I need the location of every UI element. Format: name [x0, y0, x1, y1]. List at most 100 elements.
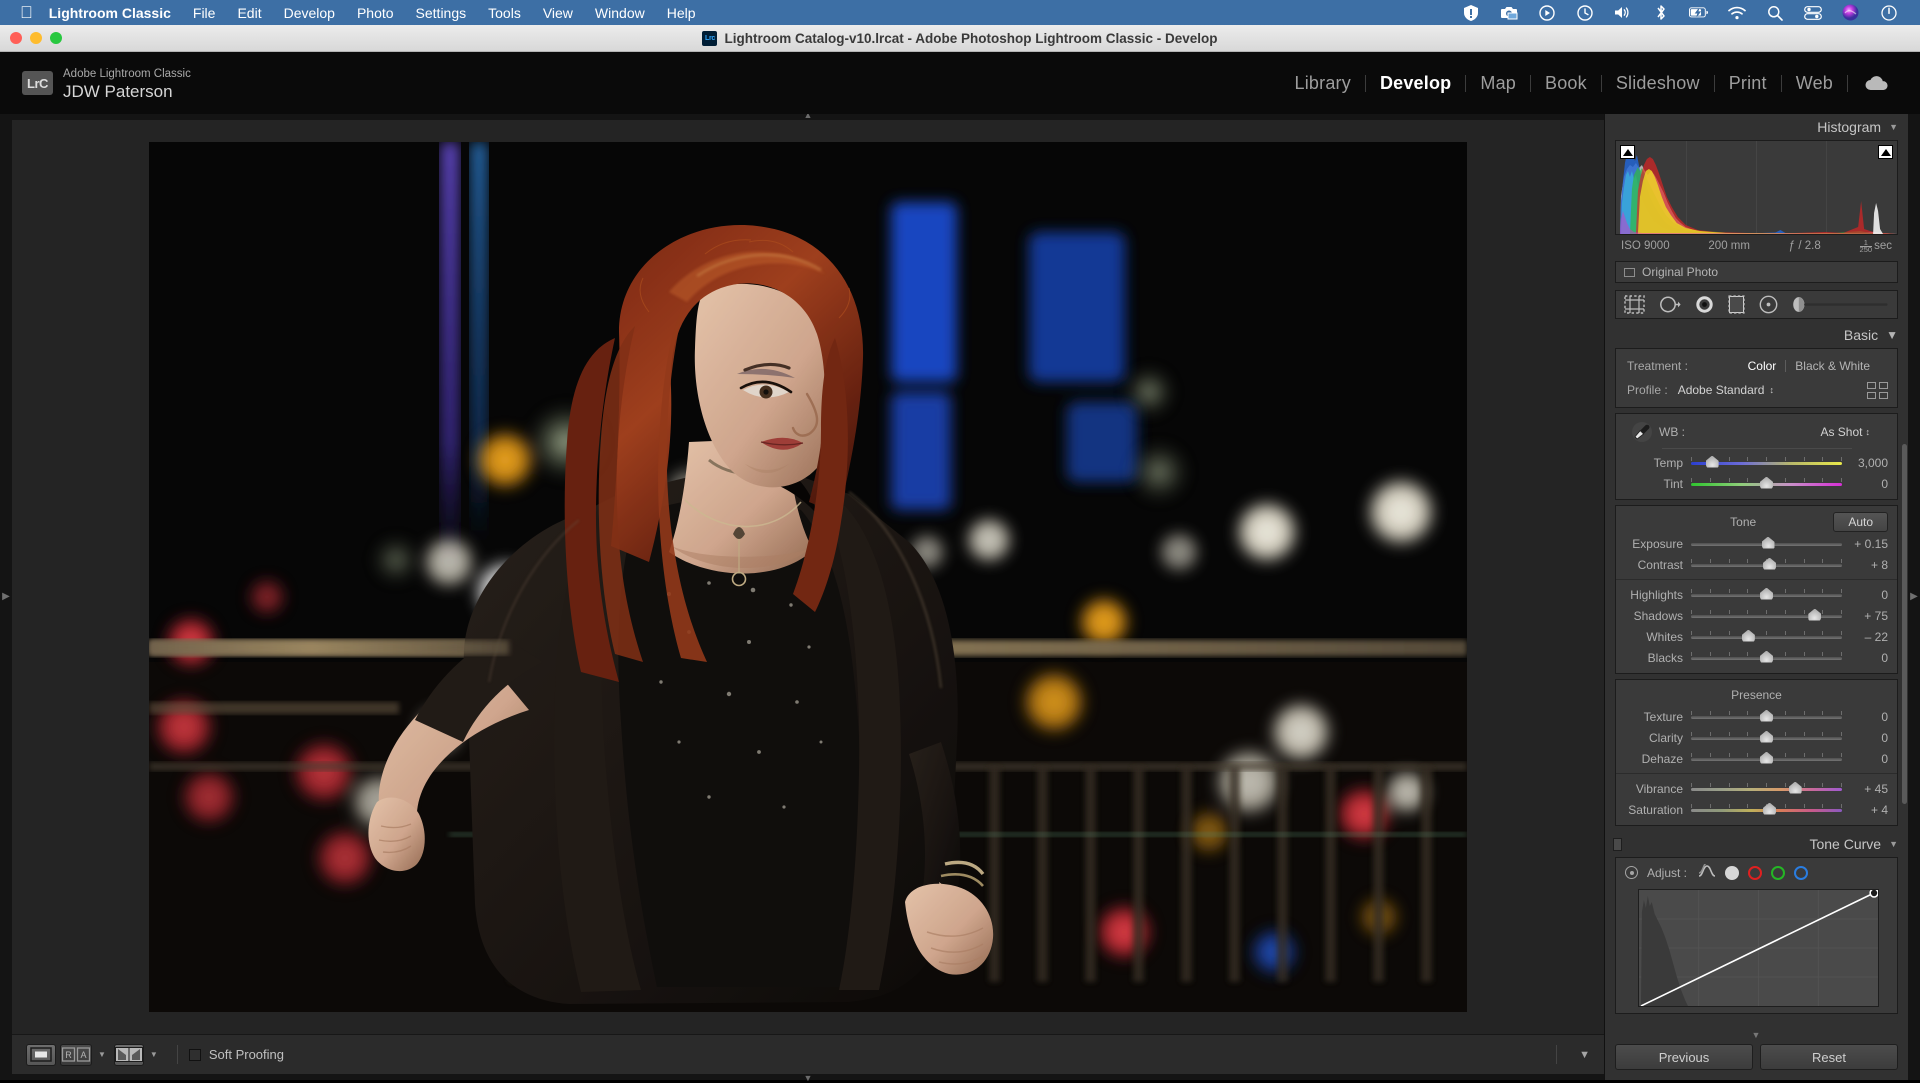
reset-button[interactable]: Reset	[1760, 1044, 1898, 1070]
image-canvas[interactable]	[12, 120, 1604, 1034]
maximize-button[interactable]	[50, 32, 62, 44]
targeted-adjustment-icon[interactable]	[1625, 866, 1638, 879]
menu-photo[interactable]: Photo	[357, 5, 394, 21]
power-icon[interactable]	[1879, 3, 1898, 22]
original-photo-checkbox[interactable]	[1624, 267, 1635, 277]
chevron-down-icon[interactable]: ▼	[1889, 839, 1898, 849]
photo-preview[interactable]	[149, 142, 1467, 1012]
temp-slider[interactable]	[1691, 455, 1842, 470]
graduated-filter-icon[interactable]	[1728, 295, 1745, 314]
module-map[interactable]: Map	[1466, 73, 1530, 94]
menu-settings[interactable]: Settings	[416, 5, 467, 21]
vibrance-slider[interactable]	[1691, 781, 1842, 796]
panel-collapse-caret-icon[interactable]: ▼	[1752, 1030, 1761, 1040]
green-channel-dot[interactable]	[1771, 865, 1786, 880]
before-after-caret-icon[interactable]: ▼	[150, 1050, 158, 1059]
bluetooth-icon[interactable]	[1651, 3, 1670, 22]
original-photo-row[interactable]: Original Photo	[1615, 261, 1898, 283]
shield-icon[interactable]	[1461, 3, 1480, 22]
basic-header[interactable]: Basic ▼	[1605, 322, 1908, 348]
profile-browser-icon[interactable]	[1867, 381, 1888, 399]
soft-proofing-checkbox[interactable]	[188, 1048, 201, 1061]
module-web[interactable]: Web	[1782, 73, 1847, 94]
white-balance-selector-icon[interactable]	[1625, 421, 1659, 443]
contrast-slider[interactable]	[1691, 557, 1842, 572]
menu-develop[interactable]: Develop	[284, 5, 335, 21]
red-channel-dot[interactable]	[1748, 865, 1763, 880]
apple-logo-icon[interactable]: 	[20, 4, 33, 21]
menu-view[interactable]: View	[543, 5, 573, 21]
battery-icon[interactable]	[1689, 3, 1708, 22]
toolbar-collapse-icon[interactable]: ▼	[1579, 1049, 1590, 1061]
cloud-icon[interactable]	[1848, 75, 1898, 92]
saturation-slider[interactable]	[1691, 802, 1842, 817]
exposure-slider-knob[interactable]	[1761, 536, 1775, 549]
close-button[interactable]	[10, 32, 22, 44]
module-slideshow[interactable]: Slideshow	[1602, 73, 1714, 94]
texture-slider[interactable]	[1691, 709, 1842, 724]
red-eye-icon[interactable]	[1695, 295, 1714, 314]
volume-icon[interactable]	[1613, 3, 1632, 22]
module-library[interactable]: Library	[1281, 73, 1365, 94]
tone-curve-header[interactable]: Tone Curve ▼	[1605, 831, 1908, 857]
module-develop[interactable]: Develop	[1366, 73, 1465, 94]
white-channel-dot[interactable]	[1725, 865, 1740, 880]
module-book[interactable]: Book	[1531, 73, 1601, 94]
compare-view-icon[interactable]: RA	[60, 1043, 92, 1066]
menu-window[interactable]: Window	[595, 5, 645, 21]
menu-tools[interactable]: Tools	[488, 5, 521, 21]
tone-curve-switch[interactable]	[1613, 837, 1622, 851]
wifi-icon[interactable]	[1727, 3, 1746, 22]
highlight-clipping-indicator[interactable]	[1878, 145, 1893, 159]
treatment-color-option[interactable]: Color	[1748, 359, 1777, 373]
menu-app-name[interactable]: Lightroom Classic	[49, 5, 171, 21]
compare-view-caret-icon[interactable]: ▼	[98, 1050, 106, 1059]
chevron-down-icon[interactable]: ▼	[1889, 122, 1898, 132]
auto-tone-button[interactable]: Auto	[1833, 512, 1888, 532]
before-after-icon[interactable]	[113, 1043, 144, 1066]
search-icon[interactable]	[1765, 3, 1784, 22]
tone-curve-graph[interactable]	[1638, 889, 1879, 1007]
timemachine-icon[interactable]	[1575, 3, 1594, 22]
wb-stepper-icon[interactable]: ↕	[1866, 427, 1889, 437]
wb-value[interactable]: As Shot	[1820, 425, 1865, 439]
play-icon[interactable]	[1537, 3, 1556, 22]
controlcenter-icon[interactable]	[1803, 3, 1822, 22]
curve-icon[interactable]	[1698, 862, 1716, 881]
treatment-bw-option[interactable]: Black & White	[1795, 359, 1870, 373]
menu-help[interactable]: Help	[667, 5, 696, 21]
left-panel-toggle[interactable]: ▶	[0, 114, 12, 1080]
whites-slider[interactable]	[1691, 629, 1842, 644]
loupe-view-icon[interactable]	[26, 1043, 56, 1066]
right-panel-scrollbar[interactable]	[1902, 444, 1907, 804]
bottom-panel-toggle[interactable]: ▼	[12, 1074, 1604, 1083]
blacks-slider[interactable]	[1691, 650, 1842, 665]
clarity-slider[interactable]	[1691, 730, 1842, 745]
siri-icon[interactable]	[1841, 3, 1860, 22]
profile-stepper-icon[interactable]: ↕	[1769, 385, 1774, 395]
profile-value[interactable]: Adobe Standard	[1678, 383, 1765, 397]
tint-slider[interactable]	[1691, 476, 1842, 491]
histogram-chart[interactable]	[1615, 140, 1898, 235]
identity-plate[interactable]: LrC Adobe Lightroom Classic JDW Paterson	[0, 64, 191, 103]
highlights-slider[interactable]	[1691, 587, 1842, 602]
crop-overlay-icon[interactable]	[1624, 295, 1645, 314]
shadow-clipping-indicator[interactable]	[1620, 145, 1635, 159]
menu-file[interactable]: File	[193, 5, 216, 21]
adjustment-brush-icon[interactable]	[1792, 296, 1889, 313]
shadows-slider[interactable]	[1691, 608, 1842, 623]
histogram-header[interactable]: Histogram ▼	[1605, 114, 1908, 140]
chevron-down-icon[interactable]: ▼	[1886, 328, 1898, 342]
radial-filter-icon[interactable]	[1759, 295, 1778, 314]
previous-button[interactable]: Previous	[1615, 1044, 1753, 1070]
spot-removal-icon[interactable]	[1659, 295, 1681, 314]
minimize-button[interactable]	[30, 32, 42, 44]
menu-edit[interactable]: Edit	[237, 5, 261, 21]
exposure-slider[interactable]	[1691, 536, 1842, 551]
filmstrip-toggle[interactable]: ▶	[1908, 114, 1920, 1080]
blue-channel-dot[interactable]	[1794, 865, 1809, 880]
dehaze-slider[interactable]	[1691, 751, 1842, 766]
window-controls	[10, 32, 62, 44]
module-print[interactable]: Print	[1715, 73, 1781, 94]
screenshot-icon[interactable]	[1499, 3, 1518, 22]
